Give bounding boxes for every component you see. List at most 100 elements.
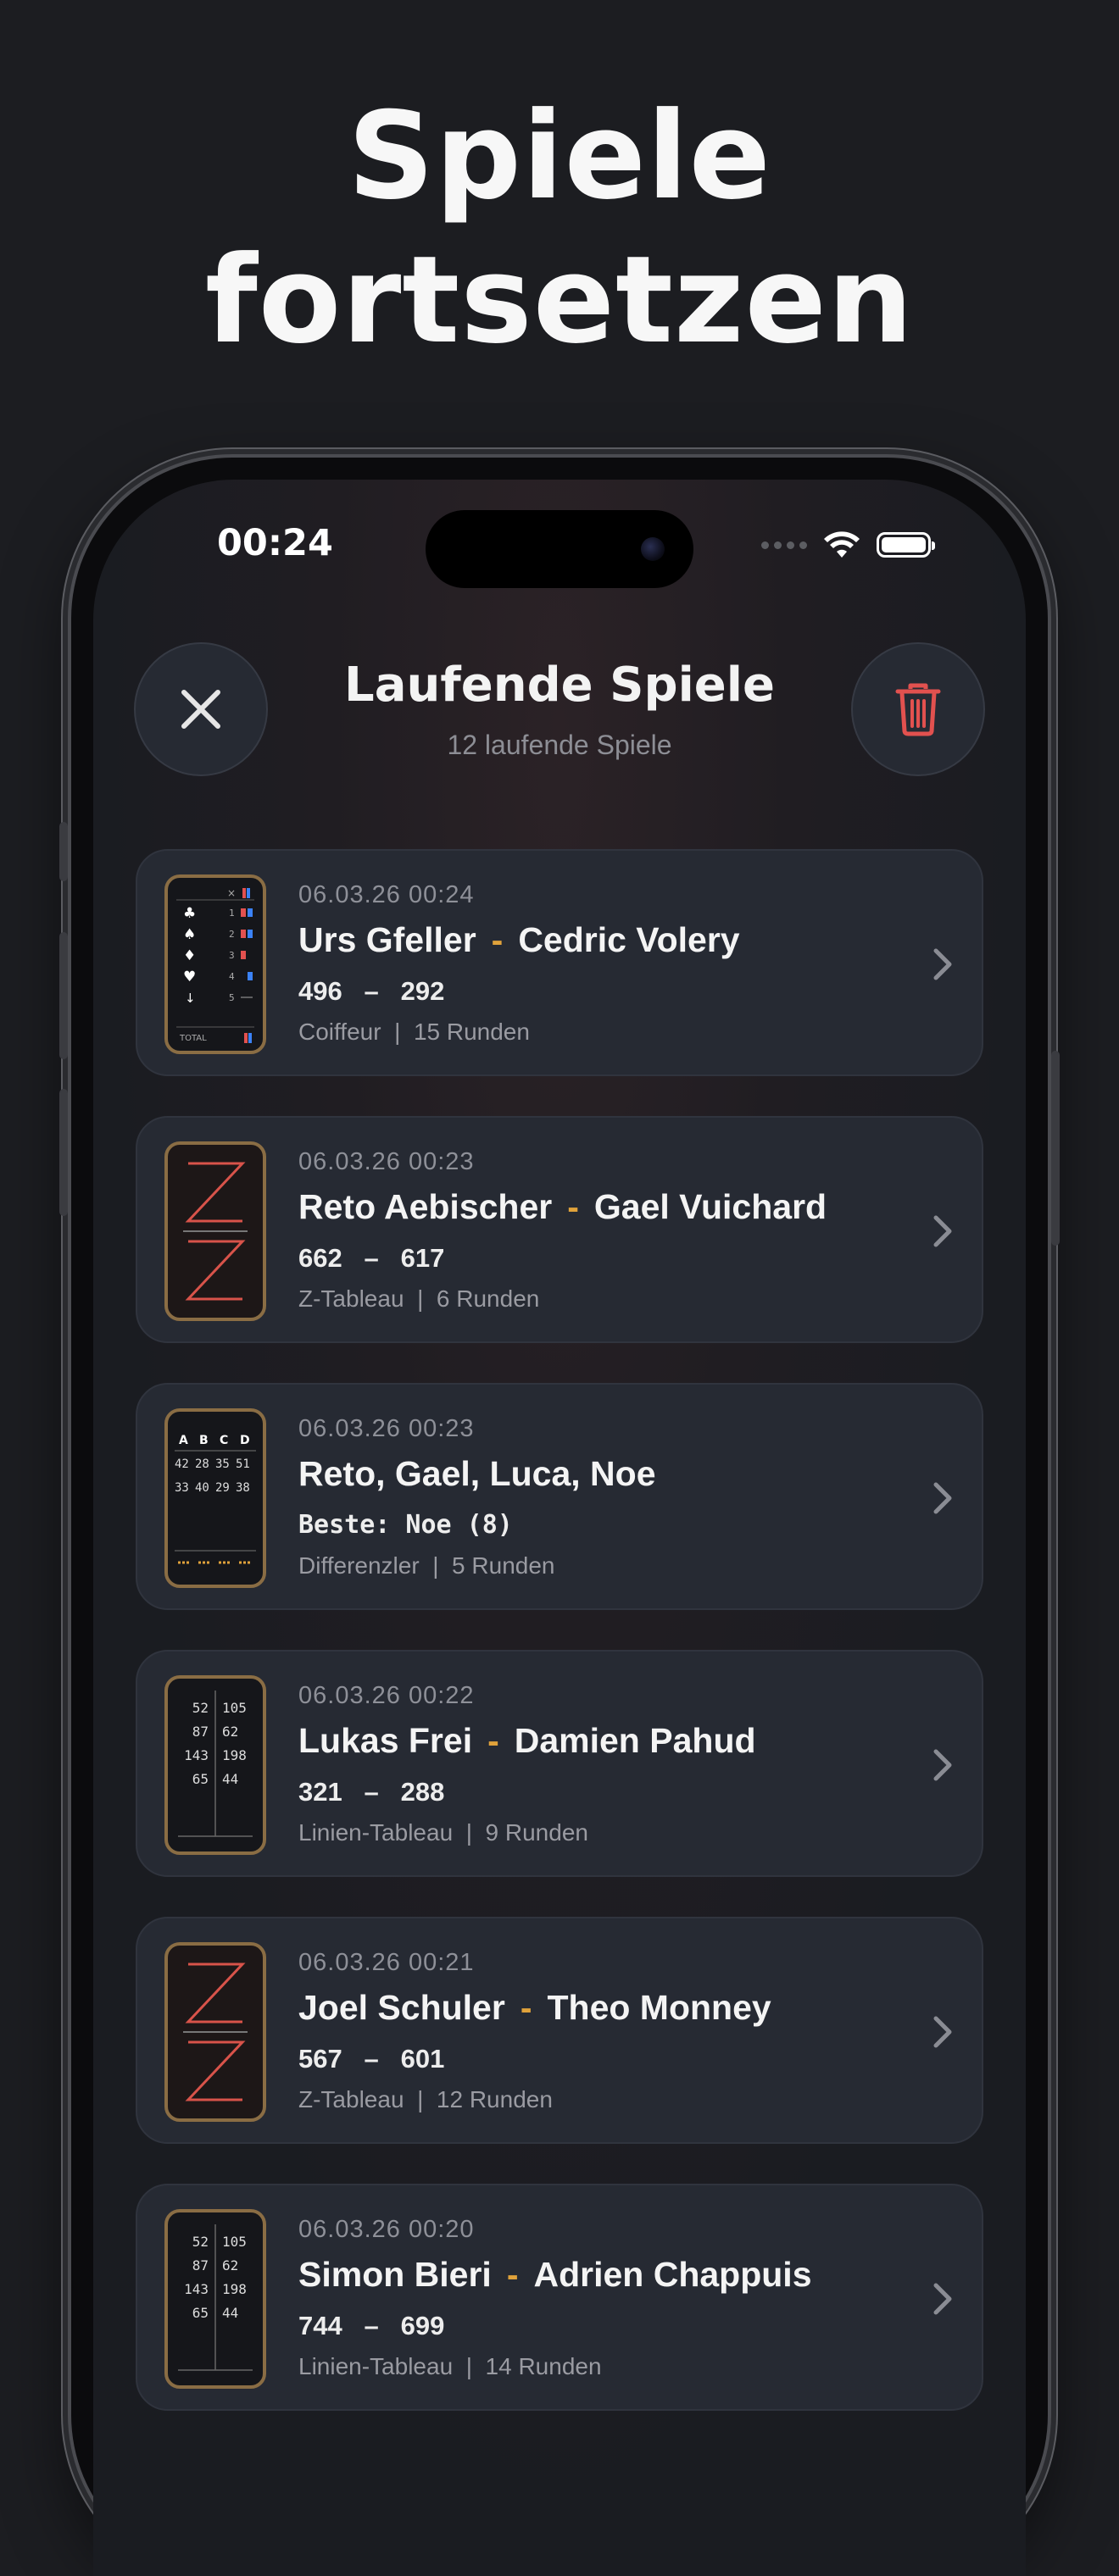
separator: - (520, 1988, 532, 2027)
thumb-cell: 105 (222, 1700, 247, 1716)
hero-title: Spiele fortsetzen (0, 85, 1119, 373)
game-meta: Coiffeur | 15 Runden (298, 1019, 530, 1045)
game-rounds: 12 Runden (436, 2086, 553, 2112)
game-count: 12 laufende Spiele (447, 730, 672, 760)
thumb-cell: 29 (215, 1481, 230, 1495)
thumb-col: B (199, 1434, 209, 1447)
game-card[interactable]: A B C D 42 28 35 51 33 40 29 38 06.03.26… (136, 1383, 983, 1610)
player-2: Cedric Volery (518, 920, 740, 959)
thumb-cell: 51 (236, 1457, 250, 1471)
game-score: 662 – 617 (298, 1243, 445, 1273)
wifi-icon (824, 531, 860, 558)
thumb-cell: 87 (192, 2257, 209, 2273)
game-card[interactable]: × ♣ ♠ ♦ ♥ ↓ 1 2 3 4 5 TOTAL 06.03.26 00:… (136, 849, 983, 1076)
thumb-cell: 28 (195, 1457, 209, 1471)
player-1: Urs Gfeller (298, 920, 476, 959)
hero-title-line1: Spiele (348, 86, 771, 226)
volume-down-button (59, 1089, 68, 1216)
game-rounds: 14 Runden (485, 2353, 602, 2379)
thumb-cell: 143 (184, 1747, 209, 1763)
game-date: 06.03.26 00:20 (298, 2216, 475, 2243)
game-players: Reto Aebischer - Gael Vuichard (298, 1187, 827, 1227)
separator: - (487, 1721, 499, 1760)
thumb-cell: 35 (215, 1457, 230, 1471)
game-card[interactable]: 06.03.26 00:21 Joel Schuler - Theo Monney … (136, 1917, 983, 2144)
coiffeur-icon: × ♣ ♠ ♦ ♥ ↓ 1 2 3 4 5 TOTAL (164, 874, 266, 1054)
game-type: Z-Tableau (298, 1285, 404, 1312)
power-button (1051, 1051, 1060, 1246)
linien-tableau-icon: 52 87 143 65 105 62 198 44 (164, 2209, 266, 2389)
thumb-cell: 40 (195, 1481, 209, 1495)
chevron-right-icon (933, 1482, 952, 1514)
game-rounds: 6 Runden (436, 1285, 540, 1312)
game-meta: Z-Tableau | 12 Runden (298, 2086, 553, 2112)
z-tableau-icon (164, 1141, 266, 1321)
chevron-right-icon (933, 1215, 952, 1247)
thumb-cell: 44 (222, 1771, 238, 1787)
thumb-total: TOTAL (179, 1034, 207, 1043)
chevron-right-icon (933, 2016, 952, 2048)
game-rounds: 15 Runden (413, 1019, 530, 1045)
battery-icon (877, 532, 935, 558)
camera-icon (641, 537, 665, 561)
status-time: 00:24 (217, 522, 333, 564)
app-screen: 00:24 Laufende Spiele 12 laufende Spiele… (93, 480, 1026, 2576)
thumb-row: 3 (229, 950, 235, 961)
thumb-cell: 52 (192, 1700, 209, 1716)
thumb-cell: 105 (222, 2234, 247, 2250)
game-best-player: Beste: Noe (8) (298, 1510, 513, 1540)
phone-frame: 00:24 Laufende Spiele 12 laufende Spiele… (59, 458, 1060, 2576)
dynamic-island (426, 510, 693, 588)
thumb-cell: 87 (192, 1724, 209, 1740)
chevron-right-icon (933, 2283, 952, 2315)
thumb-row: 5 (229, 992, 235, 1003)
hero-title-line2: fortsetzen (205, 230, 914, 370)
game-rounds: 9 Runden (485, 1819, 588, 1846)
game-card[interactable]: 52 87 143 65 105 62 198 44 06.03.26 00:2… (136, 1650, 983, 1877)
player-2: Gael Vuichard (593, 1187, 827, 1226)
player-2: Theo Monney (547, 1988, 771, 2027)
game-card[interactable]: 52 87 143 65 105 62 198 44 06.03.26 00:2… (136, 2184, 983, 2411)
game-score: 321 – 288 (298, 1777, 445, 1807)
game-score: 567 – 601 (298, 2044, 445, 2074)
thumb-cell: 38 (236, 1481, 250, 1495)
game-players: Urs Gfeller - Cedric Volery (298, 920, 740, 960)
thumb-row: 4 (229, 971, 235, 982)
player-2: Adrien Chappuis (533, 2255, 812, 2294)
svg-text:♥: ♥ (183, 969, 196, 985)
game-players: Reto, Gael, Luca, Noe (298, 1454, 656, 1493)
game-rounds: 5 Runden (452, 1552, 555, 1579)
page-title: Laufende Spiele (344, 658, 775, 713)
game-meta: Differenzler | 5 Runden (298, 1552, 555, 1579)
game-score: 744 – 699 (298, 2311, 445, 2340)
separator: - (567, 1187, 579, 1226)
player-1: Lukas Frei (298, 1721, 473, 1760)
thumb-cell: 198 (222, 2281, 247, 2297)
game-players: Joel Schuler - Theo Monney (298, 1988, 771, 2028)
chevron-right-icon (933, 1749, 952, 1781)
game-card[interactable]: 06.03.26 00:23 Reto Aebischer - Gael Vuich… (136, 1116, 983, 1343)
mute-switch (59, 822, 68, 881)
game-date: 06.03.26 00:22 (298, 1682, 475, 1709)
player-2: Damien Pahud (514, 1721, 756, 1760)
player-1: Simon Bieri (298, 2255, 492, 2294)
thumb-cell: 44 (222, 2305, 238, 2321)
differenzler-icon: A B C D 42 28 35 51 33 40 29 38 (164, 1408, 266, 1588)
game-date: 06.03.26 00:24 (298, 881, 475, 908)
thumb-col: C (220, 1434, 228, 1447)
game-date: 06.03.26 00:21 (298, 1949, 475, 1976)
game-date: 06.03.26 00:23 (298, 1148, 475, 1175)
svg-text:♦: ♦ (183, 947, 196, 964)
linien-tableau-icon: 52 87 143 65 105 62 198 44 (164, 1675, 266, 1855)
separator: - (491, 920, 504, 959)
z-tableau-icon (164, 1942, 266, 2122)
thumb-col: A (179, 1434, 188, 1447)
thumb-cell: 65 (192, 2305, 209, 2321)
svg-text:♣: ♣ (183, 905, 196, 922)
chevron-right-icon (933, 948, 952, 980)
thumb-cell: 62 (222, 2257, 238, 2273)
svg-text:♠: ♠ (183, 926, 196, 943)
separator: - (506, 2255, 519, 2294)
game-type: Linien-Tableau (298, 1819, 454, 1846)
thumb-cell: 33 (175, 1481, 189, 1495)
